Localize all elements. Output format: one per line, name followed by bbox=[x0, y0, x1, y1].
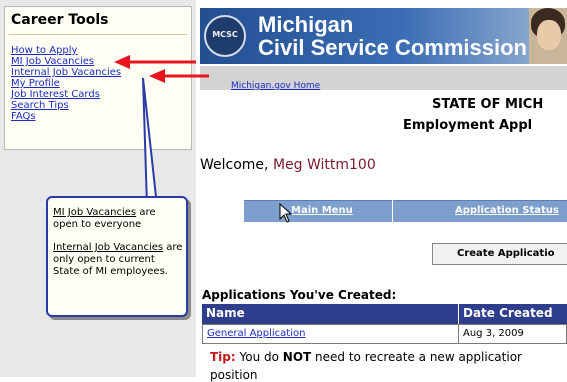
red-arrow-icon bbox=[149, 69, 209, 83]
career-tools-title: Career Tools bbox=[11, 12, 109, 28]
tip-emphasis: NOT bbox=[282, 350, 312, 364]
welcome-message: Welcome, Meg Wittm100 bbox=[200, 157, 376, 173]
banner-title-line2: Civil Service Commission bbox=[258, 35, 527, 60]
callout-paragraph-1: MI Job Vacancies are open to everyone bbox=[53, 207, 183, 231]
applications-heading: Applications You've Created: bbox=[202, 288, 397, 302]
annotation-callout: MI Job Vacancies are open to everyone In… bbox=[46, 196, 188, 317]
application-name-link[interactable]: General Application bbox=[207, 328, 305, 339]
sidebar-item-how-to-apply: How to Apply bbox=[11, 45, 121, 56]
application-status-link[interactable]: Application Status bbox=[455, 205, 559, 216]
tip-text-after: need to recreate a new applicatior bbox=[311, 350, 522, 364]
callout-mi-job-vacancies: MI Job Vacancies bbox=[53, 207, 137, 218]
my-profile-link[interactable]: My Profile bbox=[11, 78, 60, 89]
callout-text: MI Job Vacancies are open to everyone In… bbox=[53, 207, 183, 278]
application-date: Aug 3, 2009 bbox=[463, 328, 524, 339]
sidebar-item-job-interest-cards: Job Interest Cards bbox=[11, 89, 121, 100]
sidebar-item-internal-job-vacancies: Internal Job Vacancies bbox=[11, 67, 121, 78]
header-column-separator bbox=[458, 304, 459, 324]
internal-job-vacancies-link[interactable]: Internal Job Vacancies bbox=[11, 67, 121, 78]
banner-photo bbox=[529, 8, 567, 64]
main-menu-link[interactable]: Main Menu bbox=[291, 205, 353, 216]
photo-face bbox=[537, 20, 561, 50]
callout-pointer bbox=[142, 78, 159, 206]
create-application-button[interactable]: Create Applicatio bbox=[432, 243, 567, 265]
search-tips-link[interactable]: Search Tips bbox=[11, 100, 69, 111]
faqs-link[interactable]: FAQs bbox=[11, 111, 36, 122]
panel-divider bbox=[9, 34, 187, 35]
sidebar-item-faqs: FAQs bbox=[11, 111, 121, 122]
mi-job-vacancies-link[interactable]: MI Job Vacancies bbox=[11, 56, 94, 67]
job-interest-cards-link[interactable]: Job Interest Cards bbox=[11, 89, 100, 100]
callout-paragraph-2: Internal Job Vacancies are only open to … bbox=[53, 242, 183, 278]
nav-separator bbox=[392, 199, 393, 222]
tip-message: Tip: You do NOT need to recreate a new a… bbox=[210, 350, 522, 364]
seal-label: MCSC bbox=[212, 30, 238, 39]
sidebar-item-search-tips: Search Tips bbox=[11, 100, 121, 111]
tip-label: Tip: bbox=[210, 350, 236, 364]
page-subtitle: Employment Appl bbox=[403, 118, 533, 133]
column-header-name: Name bbox=[206, 306, 245, 320]
career-tools-list: How to Apply MI Job Vacancies Internal J… bbox=[11, 45, 121, 122]
michigan-gov-home-link[interactable]: Michigan.gov Home bbox=[231, 81, 320, 91]
row-column-separator bbox=[458, 324, 459, 344]
column-header-date-created: Date Created bbox=[463, 306, 553, 320]
tip-continuation: position bbox=[210, 368, 258, 382]
how-to-apply-link[interactable]: How to Apply bbox=[11, 45, 77, 56]
civil-service-seal-icon: MCSC bbox=[204, 15, 246, 57]
sidebar-item-my-profile: My Profile bbox=[11, 78, 121, 89]
header-banner: MCSC Michigan Civil Service Commission bbox=[200, 8, 567, 64]
welcome-prefix: Welcome, bbox=[200, 157, 273, 173]
callout-gap bbox=[53, 231, 183, 242]
sidebar-item-mi-job-vacancies: MI Job Vacancies bbox=[11, 56, 121, 67]
user-name: Meg Wittm100 bbox=[272, 157, 376, 173]
banner-title-line1: Michigan bbox=[258, 12, 354, 37]
tip-text-before: You do bbox=[235, 350, 283, 364]
mouse-cursor-icon bbox=[279, 203, 293, 223]
callout-internal-job-vacancies: Internal Job Vacancies bbox=[53, 242, 164, 253]
page-title: STATE OF MICH bbox=[432, 97, 544, 112]
